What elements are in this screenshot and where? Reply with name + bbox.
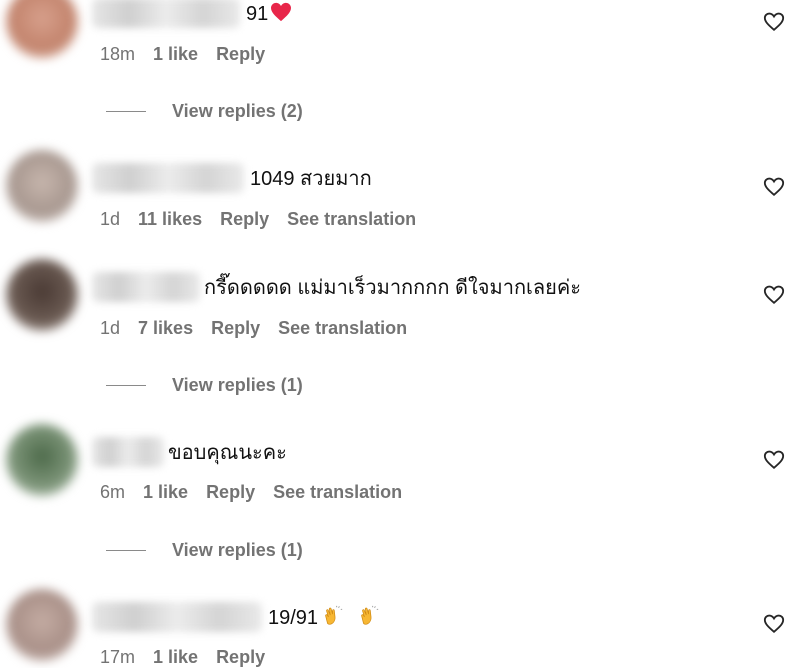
reply-button[interactable]: Reply — [216, 44, 265, 64]
comment-meta: 1d 11 likes Reply See translation — [100, 209, 434, 230]
reply-button[interactable]: Reply — [206, 482, 255, 502]
comment-text: 19/91 — [268, 604, 380, 635]
see-translation-button[interactable]: See translation — [278, 318, 407, 338]
avatar[interactable] — [6, 424, 78, 496]
like-count[interactable]: 1 like — [153, 647, 198, 667]
comment-text-value: 19/91 — [268, 607, 319, 629]
comment-meta: 18m 1 like Reply — [100, 44, 283, 65]
comment-text: 91 — [246, 0, 292, 30]
clapping-hands-emoji — [358, 605, 380, 635]
view-replies-label[interactable]: View replies (1) — [172, 540, 303, 561]
like-count[interactable]: 11 likes — [138, 209, 202, 229]
comment-time: 17m — [100, 647, 136, 667]
view-replies-button[interactable]: View replies (1) — [106, 375, 303, 396]
replies-divider-line — [106, 550, 146, 551]
avatar[interactable] — [6, 150, 78, 222]
comment-time: 18m — [100, 44, 136, 64]
replies-divider-line — [106, 111, 146, 112]
reply-button[interactable]: Reply — [216, 647, 265, 667]
view-replies-label[interactable]: View replies (2) — [172, 101, 303, 122]
replies-divider-line — [106, 385, 146, 386]
avatar[interactable] — [6, 0, 78, 58]
view-replies-button[interactable]: View replies (1) — [106, 540, 303, 561]
like-heart-icon[interactable] — [763, 176, 785, 198]
comment-time: 6m — [100, 482, 126, 502]
like-count[interactable]: 7 likes — [138, 318, 193, 338]
like-count[interactable]: 1 like — [143, 482, 188, 502]
username-blurred[interactable] — [92, 272, 200, 302]
reply-button[interactable]: Reply — [220, 209, 269, 229]
username-blurred[interactable] — [92, 163, 244, 193]
username-blurred[interactable] — [92, 602, 262, 632]
see-translation-button[interactable]: See translation — [287, 209, 416, 229]
comment-text: ขอบคุณนะคะ — [168, 442, 287, 464]
like-count[interactable]: 1 like — [153, 44, 198, 64]
view-replies-button[interactable]: View replies (2) — [106, 101, 303, 122]
like-heart-icon[interactable] — [763, 284, 785, 306]
see-translation-button[interactable]: See translation — [273, 482, 402, 502]
comment-meta: 17m 1 like Reply — [100, 647, 283, 668]
comment-meta: 1d 7 likes Reply See translation — [100, 318, 425, 339]
avatar[interactable] — [6, 589, 78, 661]
username-blurred[interactable] — [92, 437, 164, 467]
clapping-hands-emoji — [322, 605, 344, 635]
red-heart-emoji — [270, 2, 292, 30]
comment-text: กรี๊ดดดดด แม่มาเร็วมากกกก ดีใจมากเลยค่ะ — [204, 277, 581, 299]
like-heart-icon[interactable] — [763, 11, 785, 33]
view-replies-label[interactable]: View replies (1) — [172, 375, 303, 396]
reply-button[interactable]: Reply — [211, 318, 260, 338]
comment-meta: 6m 1 like Reply See translation — [100, 482, 420, 503]
comment-text-value: 91 — [246, 3, 269, 25]
like-heart-icon[interactable] — [763, 613, 785, 635]
avatar[interactable] — [6, 259, 78, 331]
username-blurred[interactable] — [92, 0, 240, 28]
comment-time: 1d — [100, 318, 121, 338]
comment-time: 1d — [100, 209, 121, 229]
like-heart-icon[interactable] — [763, 449, 785, 471]
comment-text: 1049 สวยมาก — [250, 168, 372, 190]
